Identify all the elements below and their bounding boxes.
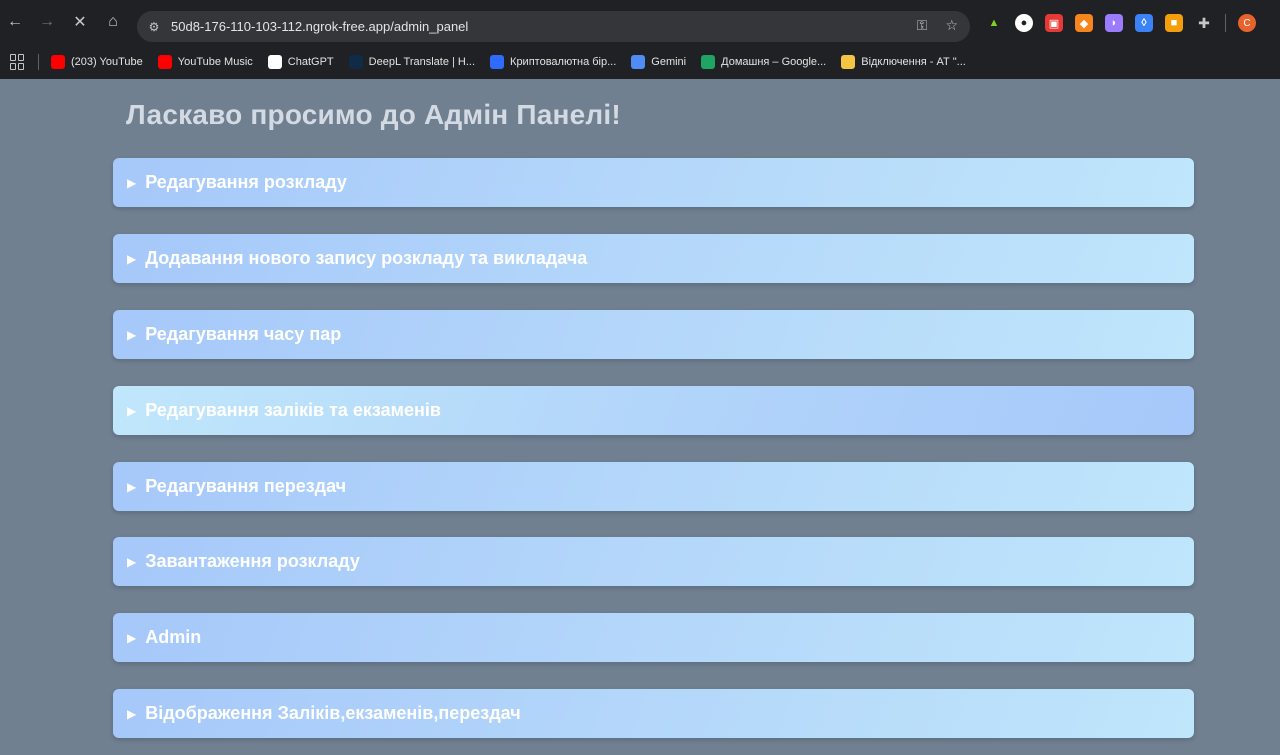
drop-extension-icon[interactable]: ◊ [1135,14,1153,32]
section-label: Редагування перездач [145,476,347,496]
section-label: Додавання нового запису розкладу та викл… [145,248,588,268]
address-bar[interactable]: ⚙ 50d8-176-110-103-112.ngrok-free.app/ad… [137,11,970,42]
url-text[interactable]: 50d8-176-110-103-112.ngrok-free.app/admi… [171,19,468,34]
section-toggle[interactable]: ▶ Редагування розкладу [113,158,1194,207]
section-toggle[interactable]: ▶ Редагування часу пар [113,310,1194,359]
chatgpt-icon [267,54,282,69]
bookmark-label: Криптовалютна бір... [510,55,617,68]
bookmark-label: ChatGPT [287,55,334,68]
page-title: Ласкаво просимо до Адмін Панелі! [126,99,621,130]
expand-triangle-icon: ▶ [127,403,137,418]
wallet-extension-icon[interactable]: ◗ [1105,14,1123,32]
chart-extension-icon[interactable]: ▲ [985,14,1003,32]
profile-avatar[interactable]: C [1238,14,1256,32]
section-toggle[interactable]: ▶ Додавання нового запису розкладу та вик… [113,234,1194,283]
bookmarks-bar: (203) YouTube YouTube Music ChatGPT DeepL T… [0,44,1280,79]
expand-triangle-icon: ▶ [127,251,137,266]
bookmark-label: (203) YouTube [71,55,143,68]
home-icon[interactable]: ⌂ [103,12,123,32]
bookmarks-divider [38,53,39,70]
section-toggle[interactable]: ▶ Відображення Заліків,екзаменів,перездач [113,689,1194,738]
apps-grid-icon[interactable] [10,53,26,70]
browser-toolbar: ← → ✕ ⌂ ⚙ 50d8-176-110-103-112.ngrok-fre… [0,0,1280,44]
extension-icon[interactable]: ● [1015,14,1033,32]
bookmark-item[interactable]: DeepL Translate | H... [348,54,476,69]
admin-page: Ласкаво просимо до Адмін Панелі! ▶ Редагу… [0,79,1280,755]
bookmark-item[interactable]: (203) YouTube [51,54,143,69]
extensions-puzzle-icon[interactable]: ✚ [1195,14,1213,32]
youtube-music-icon [157,54,172,69]
password-key-icon[interactable]: ⚿ [917,17,928,34]
deepl-icon [348,54,363,69]
youtube-icon [51,54,65,69]
site-info-icon[interactable]: ⚙ [143,16,165,38]
extensions-bar: ▲ ● ▣ ◆ ◗ ◊ ■ ✚ C [985,14,1256,32]
expand-triangle-icon: ▶ [127,706,137,721]
toolbar-divider [1225,14,1226,32]
section-toggle[interactable]: ▶ Редагування перездач [113,462,1194,511]
bookmarks-list: (203) YouTube YouTube Music ChatGPT DeepL T… [51,54,981,69]
forward-arrow-icon[interactable]: → [37,12,57,32]
expand-triangle-icon: ▶ [127,327,137,342]
google-drive-icon [701,54,716,69]
exchange-icon [490,54,505,69]
bookmark-item[interactable]: YouTube Music [157,54,253,69]
bookmark-label: DeepL Translate | H... [368,55,476,68]
section-label: Відображення Заліків,екзаменів,перездач [145,703,521,723]
bookmark-item[interactable]: Відключення - АТ "... [841,54,966,69]
expand-triangle-icon: ▶ [127,479,137,494]
bookmark-label: Gemini [651,55,687,68]
bookmark-star-icon[interactable]: ☆ [945,17,958,34]
expand-triangle-icon: ▶ [127,630,137,645]
metamask-icon[interactable]: ◆ [1075,14,1093,32]
lock-extension-icon[interactable]: ▣ [1045,14,1063,32]
section-toggle[interactable]: ▶ Редагування заліків та екзаменів [113,386,1194,435]
section-toggle[interactable]: ▶ Admin [113,613,1194,662]
expand-triangle-icon: ▶ [127,554,137,569]
section-label: Редагування заліків та екзаменів [145,400,441,420]
bookmark-label: YouTube Music [177,55,253,68]
bookmark-item[interactable]: ChatGPT [267,54,334,69]
section-label: Admin [145,627,202,647]
browser-chrome: ← → ✕ ⌂ ⚙ 50d8-176-110-103-112.ngrok-fre… [0,0,1280,79]
back-arrow-icon[interactable]: ← [5,12,25,32]
power-outage-icon [841,54,856,69]
bookmark-label: Домашня – Google... [721,55,827,68]
section-label: Редагування часу пар [145,324,342,344]
note-extension-icon[interactable]: ■ [1165,14,1183,32]
section-toggle[interactable]: ▶ Завантаження розкладу [113,537,1194,586]
stop-loading-icon[interactable]: ✕ [70,12,90,32]
section-label: Редагування розкладу [145,172,347,192]
expand-triangle-icon: ▶ [127,175,137,190]
section-label: Завантаження розкладу [145,551,360,571]
bookmark-item[interactable]: Криптовалютна бір... [490,54,617,69]
gemini-icon [631,54,646,69]
bookmark-item[interactable]: Gemini [631,54,687,69]
bookmark-label: Відключення - АТ "... [861,55,966,68]
bookmark-item[interactable]: Домашня – Google... [701,54,827,69]
